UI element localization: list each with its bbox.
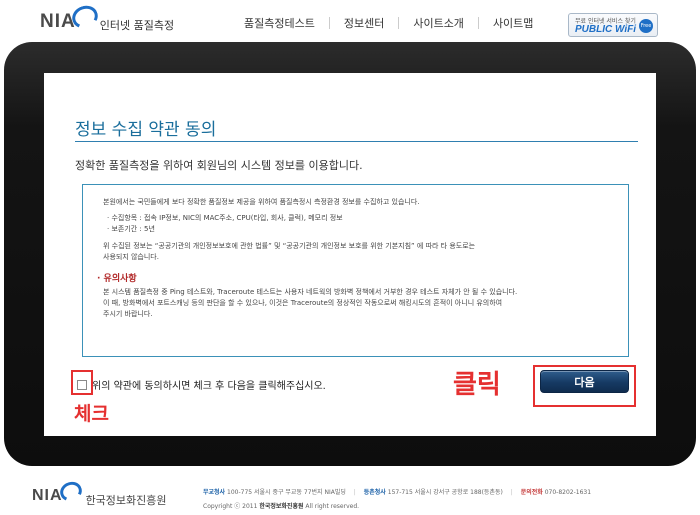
copyright-org: 한국정보화진흥원 — [259, 503, 304, 510]
terms-law-line-1: 위 수집된 정보는 “공공기관의 개인정보보호에 관한 법률” 및 “공공기관의… — [103, 242, 476, 250]
title-divider — [75, 141, 638, 142]
terms-law-line-2: 사용되지 않습니다. — [103, 253, 159, 261]
check-annotation: 체크 — [74, 403, 109, 425]
hq-label: 무교청사 — [203, 489, 226, 496]
next-button[interactable]: 다음 — [540, 370, 629, 393]
page-title: 정보 수집 약관 동의 — [75, 120, 217, 140]
copyright-prefix: Copyright ⓒ 2011 — [203, 503, 258, 510]
public-wifi-banner[interactable]: 무료 인터넷 서비스 찾기 PUBLIC WiFi Free — [568, 13, 658, 37]
site-header: NIA 인터넷 품질측정 품질측정테스트 정보센터 사이트소개 사이트맵 무료 … — [0, 0, 700, 48]
dg-label: 등촌청사 — [363, 489, 386, 496]
footer-address: 무교청사 100-775 서울시 중구 무교동 77번지 NIA빌딩 | 등촌청… — [203, 487, 591, 496]
logo-subtitle: 인터넷 품질측정 — [99, 19, 175, 32]
caution-line: 주시기 바랍니다. — [103, 310, 153, 318]
public-wifi-title: PUBLIC WiFi — [575, 24, 637, 35]
logo-brand: NIA — [40, 11, 76, 32]
phone-number: 070-8202-1631 — [544, 489, 592, 496]
list-item: · 수집항목 : 접속 IP정보, NIC의 MAC주소, CPU(타입, 회사… — [107, 214, 343, 222]
footer-divider: | — [353, 489, 356, 496]
terms-items: · 수집항목 : 접속 IP정보, NIC의 MAC주소, CPU(타입, 회사… — [103, 213, 610, 235]
nav-info-center[interactable]: 정보센터 — [330, 15, 398, 31]
free-badge-icon: Free — [639, 19, 653, 33]
nav-sitemap[interactable]: 사이트맵 — [479, 15, 547, 31]
phone-label: 문의전화 — [520, 489, 543, 496]
footer-logo-brand: NIA — [32, 487, 63, 504]
agree-row: 위의 약관에 동의하시면 체크 후 다음을 클릭해주십시오. — [77, 377, 326, 392]
nav-quality-test[interactable]: 품질측정테스트 — [230, 15, 329, 31]
dg-address: 157-715 서울시 강서구 공항로 188(등촌동) — [387, 489, 503, 496]
main-nav: 품질측정테스트 정보센터 사이트소개 사이트맵 — [230, 15, 547, 31]
checkbox-highlight-box — [71, 370, 93, 395]
caution-line: 이 때, 방화벽에서 포트스캐닝 등의 판단을 할 수 있으나, 이것은 Tra… — [103, 299, 503, 307]
click-annotation: 클릭 — [453, 370, 501, 400]
page-subtitle: 정확한 품질측정을 위하여 회원님의 시스템 정보를 이용합니다. — [75, 159, 363, 172]
terms-intro: 본원에서는 국민들에게 보다 정확한 품질정보 제공을 위하여 품질측정시 측정… — [103, 198, 420, 206]
footer-org-name: 한국정보화진흥원 — [85, 494, 167, 507]
agree-label[interactable]: 위의 약관에 동의하시면 체크 후 다음을 클릭해주십시오. — [92, 377, 326, 392]
caution-body: 본 시스템 품질측정 중 Ping 테스트와, Traceroute 테스트는 … — [103, 287, 610, 320]
site-footer: NIA 한국정보화진흥원 무교청사 100-775 서울시 중구 무교동 77번… — [0, 478, 700, 515]
footer-logo[interactable]: NIA 한국정보화진흥원 — [32, 478, 167, 508]
consent-panel: 정보 수집 약관 동의 정확한 품질측정을 위하여 회원님의 시스템 정보를 이… — [44, 73, 656, 436]
nav-about[interactable]: 사이트소개 — [399, 15, 478, 31]
terms-box[interactable]: 본원에서는 국민들에게 보다 정확한 품질정보 제공을 위하여 품질측정시 측정… — [82, 184, 629, 357]
copyright-suffix: All right reserved. — [305, 503, 360, 510]
nia-logo[interactable]: NIA 인터넷 품질측정 — [40, 2, 175, 37]
caution-line: 본 시스템 품질측정 중 Ping 테스트와, Traceroute 테스트는 … — [103, 288, 518, 296]
hq-address: 100-775 서울시 중구 무교동 77번지 NIA빌딩 — [227, 489, 346, 496]
footer-divider: | — [510, 489, 513, 496]
list-item: · 보존기간 : 5년 — [107, 225, 155, 233]
footer-copyright: Copyright ⓒ 2011 한국정보화진흥원 All right rese… — [203, 501, 359, 510]
caution-heading: · 유의사항 — [97, 274, 137, 284]
